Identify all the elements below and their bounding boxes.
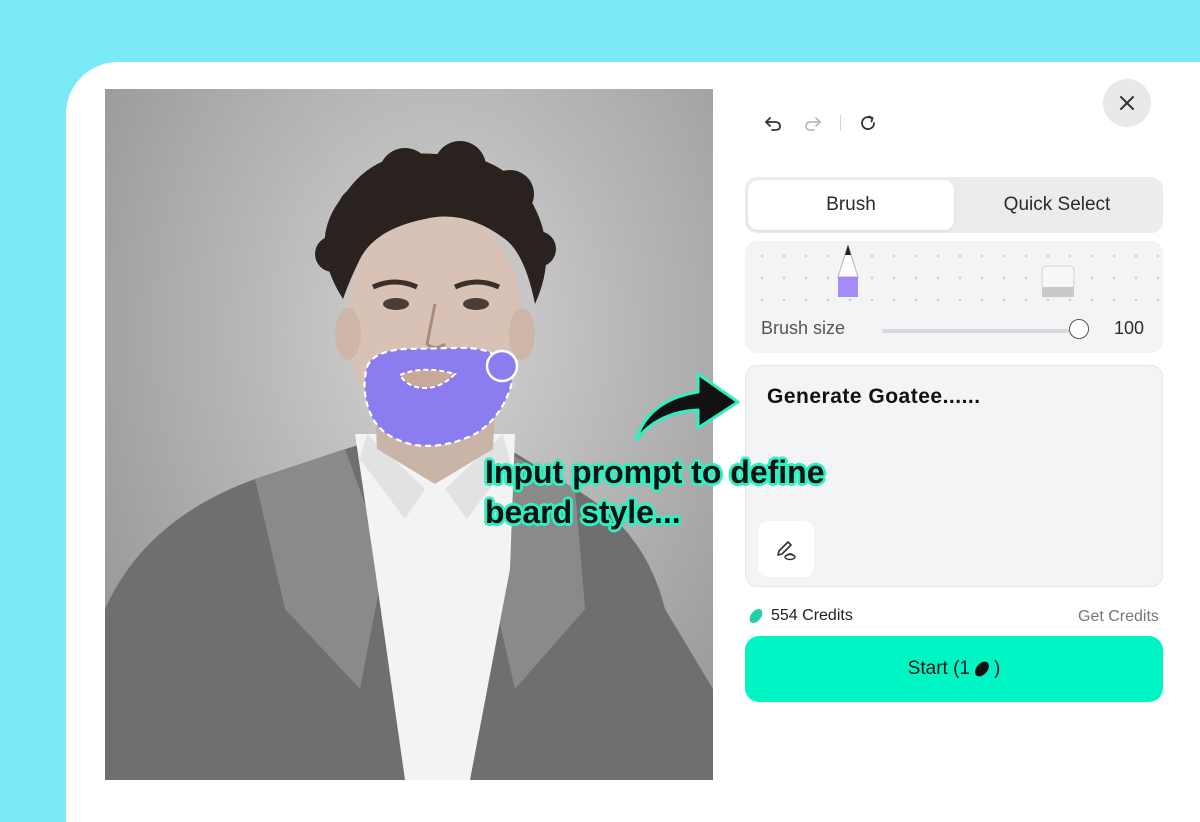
brush-panel: Brush size 100 bbox=[745, 241, 1163, 353]
tab-brush[interactable]: Brush bbox=[748, 180, 954, 230]
close-button[interactable] bbox=[1103, 79, 1151, 127]
brush-cursor bbox=[485, 349, 519, 383]
toolbar-divider bbox=[840, 115, 841, 131]
bean-icon bbox=[749, 609, 763, 623]
bean-icon bbox=[975, 661, 989, 677]
close-icon bbox=[1120, 96, 1134, 110]
eraser-tool[interactable] bbox=[1041, 265, 1075, 302]
credits-balance: 554 Credits bbox=[747, 607, 853, 625]
dot-grid bbox=[745, 241, 1163, 301]
mode-tabs: Brush Quick Select bbox=[745, 177, 1163, 233]
start-label-end: ) bbox=[993, 658, 1001, 679]
credits-amount: 554 Credits bbox=[771, 607, 853, 624]
pencil-tool[interactable] bbox=[835, 242, 861, 302]
portrait-image[interactable] bbox=[105, 89, 713, 780]
brush-size-label: Brush size bbox=[761, 318, 846, 338]
annotation-line-1: Input prompt to define bbox=[485, 454, 825, 490]
prompt-text: Generate Goatee...... bbox=[767, 385, 981, 408]
reset-button[interactable] bbox=[855, 110, 881, 136]
brush-size-value: 100 bbox=[1114, 318, 1145, 338]
tab-quick-select[interactable]: Quick Select bbox=[954, 180, 1160, 230]
brush-size-slider[interactable] bbox=[882, 329, 1079, 333]
history-toolbar bbox=[760, 110, 881, 136]
brush-size-knob[interactable] bbox=[1069, 319, 1089, 339]
pencil-icon bbox=[837, 242, 859, 297]
annotation-line-2: beard style... bbox=[485, 494, 681, 530]
undo-icon bbox=[765, 117, 781, 131]
get-credits-link[interactable]: Get Credits bbox=[1078, 608, 1159, 626]
refresh-icon bbox=[861, 115, 875, 130]
annotation-arrow-icon bbox=[628, 360, 744, 449]
start-label: Start (1 bbox=[907, 658, 970, 679]
undo-button[interactable] bbox=[760, 110, 786, 136]
redo-icon bbox=[805, 117, 821, 131]
portrait-illustration bbox=[105, 141, 713, 780]
annotation-text: Input prompt to define beard style... bbox=[485, 452, 825, 532]
start-button[interactable]: Start (1 ) bbox=[745, 636, 1163, 702]
eraser-icon bbox=[1041, 265, 1075, 297]
redo-button[interactable] bbox=[800, 110, 826, 136]
pen-edit-icon bbox=[777, 541, 796, 561]
